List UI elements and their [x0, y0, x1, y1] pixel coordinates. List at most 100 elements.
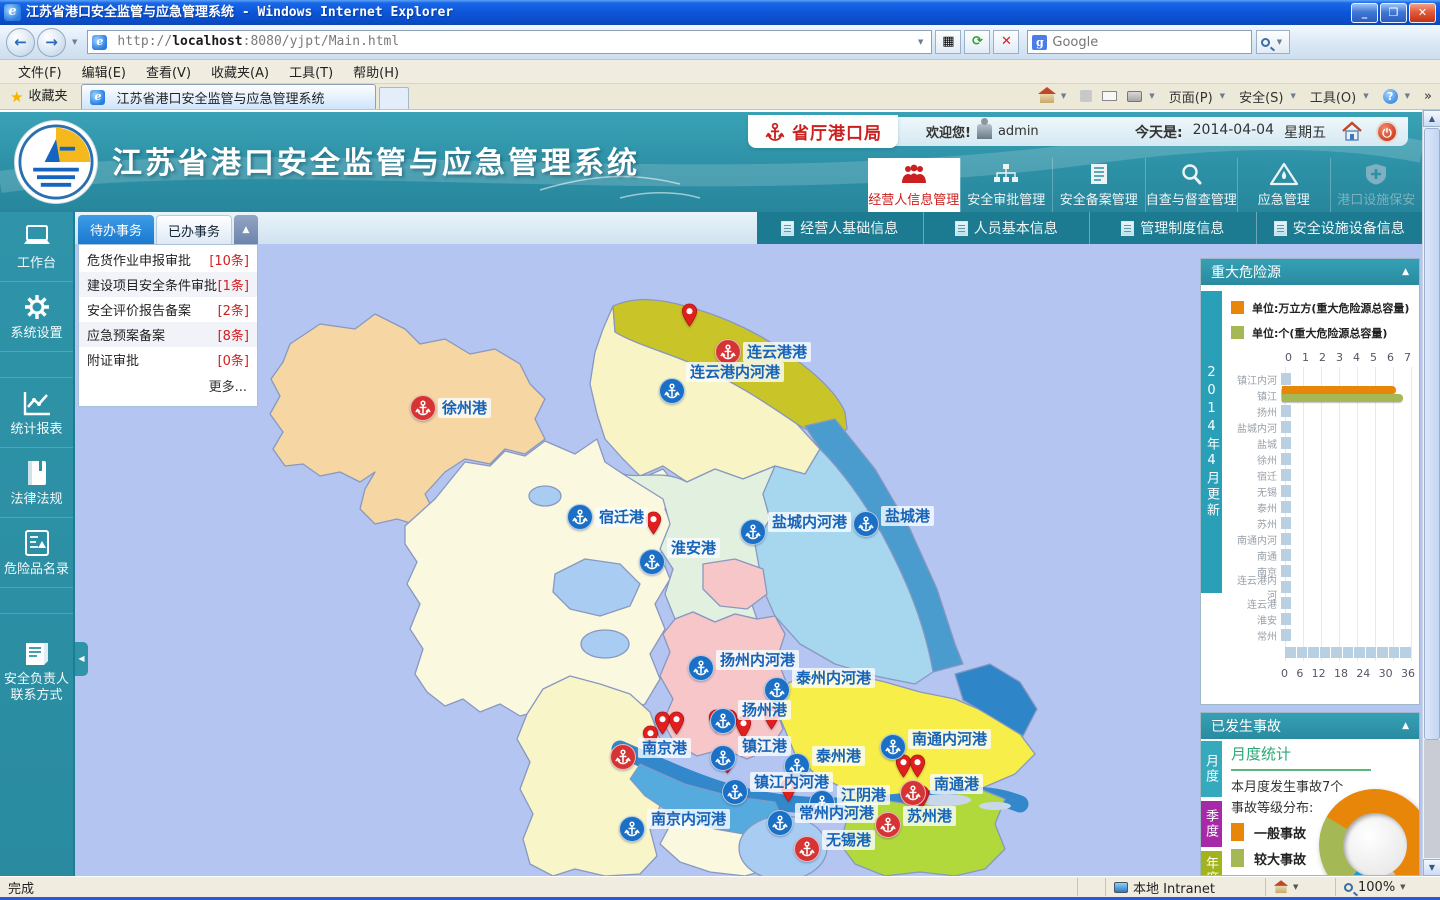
port-marker[interactable]: [767, 810, 793, 836]
subnav-item-operator-base[interactable]: 经营人基础信息: [757, 212, 923, 244]
nav-item-emergency[interactable]: 应急管理: [1237, 158, 1330, 212]
port-marker[interactable]: [740, 519, 766, 545]
page-scrollbar[interactable]: ▲ ▼: [1422, 110, 1440, 876]
incident-pin[interactable]: [681, 303, 698, 327]
tab-done-tasks[interactable]: 已办事务: [156, 215, 232, 244]
port-marker[interactable]: [688, 655, 714, 681]
incident-pin[interactable]: [668, 711, 685, 735]
menu-tools[interactable]: 工具(T): [279, 59, 343, 84]
search-box[interactable]: g: [1027, 30, 1252, 54]
logout-button[interactable]: ⏻: [1376, 121, 1398, 143]
port-marker[interactable]: [722, 779, 748, 805]
port-marker[interactable]: [710, 708, 736, 734]
tasks-collapse-button[interactable]: ▲: [234, 215, 258, 244]
menu-edit[interactable]: 编辑(E): [72, 59, 136, 84]
feeds-button[interactable]: [1080, 90, 1092, 102]
tab-quarterly[interactable]: 季度: [1201, 801, 1222, 847]
chevron-more-button[interactable]: »: [1424, 89, 1432, 104]
menu-favorites[interactable]: 收藏夹(A): [201, 59, 279, 84]
tasks-more-link[interactable]: 更多...: [79, 372, 257, 398]
hazard-category-label: 镇江内河: [1229, 372, 1281, 387]
task-row[interactable]: 安全评价报告备案 [2条]: [79, 297, 257, 322]
subnav-item-safety-equipment[interactable]: 安全设施设备信息: [1256, 212, 1423, 244]
port-marker[interactable]: [875, 812, 901, 838]
scroll-thumb[interactable]: [1424, 128, 1440, 740]
port-marker[interactable]: [853, 511, 879, 537]
nav-item-inspection[interactable]: 自查与督查管理: [1145, 158, 1238, 212]
port-marker[interactable]: [880, 734, 906, 760]
safety-menu-button[interactable]: 安全(S)▼: [1239, 87, 1300, 106]
incident-pin[interactable]: [909, 754, 926, 778]
port-marker[interactable]: [610, 744, 636, 770]
forward-button[interactable]: →: [37, 28, 66, 57]
menu-file[interactable]: 文件(F): [8, 59, 72, 84]
page-menu-button[interactable]: 页面(P)▼: [1169, 87, 1229, 106]
tab-monthly[interactable]: 月度: [1201, 741, 1222, 797]
task-row[interactable]: 危货作业申报审批 [10条]: [79, 247, 257, 272]
port-marker[interactable]: [410, 395, 436, 421]
favorites-button[interactable]: ★收藏夹: [0, 85, 77, 109]
scroll-down-arrow[interactable]: ▼: [1423, 859, 1440, 876]
task-row[interactable]: 附证审批 [0条]: [79, 347, 257, 372]
rss-icon: [1080, 90, 1092, 102]
nav-item-safety-record[interactable]: 安全备案管理: [1052, 158, 1145, 212]
port-marker[interactable]: [794, 836, 820, 862]
nav-item-facility-security[interactable]: 港口设施保安: [1330, 158, 1423, 212]
port-marker[interactable]: [639, 549, 665, 575]
address-bar[interactable]: e http://localhost:8080/yjpt/Main.html ▼: [87, 30, 932, 54]
axis-tick: 6: [1387, 351, 1394, 364]
hazard-category-label: 泰州: [1229, 500, 1281, 515]
search-input[interactable]: [1052, 35, 1247, 50]
scroll-track[interactable]: [1424, 740, 1440, 858]
refresh-button[interactable]: ⟳: [964, 30, 990, 54]
help-button[interactable]: ?▼: [1383, 89, 1414, 104]
port-marker[interactable]: [659, 378, 685, 404]
sidebar-item-reports[interactable]: 统计报表: [0, 378, 73, 448]
tab-yearly[interactable]: 年度: [1201, 851, 1222, 875]
sidebar-item-dangerous-goods[interactable]: 危险品名录: [0, 518, 73, 588]
menu-help[interactable]: 帮助(H): [343, 59, 409, 84]
port-marker[interactable]: [619, 816, 645, 842]
home-button[interactable]: ▼: [1040, 89, 1070, 103]
protected-mode-button[interactable]: ▼: [1266, 878, 1336, 896]
hazard-row: 连云港: [1229, 595, 1411, 611]
port-marker[interactable]: [710, 745, 736, 771]
sidebar-item-laws[interactable]: 法律法规: [0, 448, 73, 518]
port-marker[interactable]: [900, 780, 926, 806]
collapse-arrow-icon[interactable]: ▲: [1402, 721, 1409, 731]
read-mail-button[interactable]: [1102, 91, 1117, 101]
sidebar-item-safety-contacts[interactable]: 安全负责人联系方式: [0, 628, 73, 713]
menu-view[interactable]: 查看(V): [136, 59, 201, 84]
subnav-item-personnel[interactable]: 人员基本信息: [923, 212, 1090, 244]
zoom-control[interactable]: 100% ▼: [1336, 878, 1440, 896]
port-marker[interactable]: [567, 504, 593, 530]
scroll-up-arrow[interactable]: ▲: [1423, 110, 1440, 127]
sidebar-item-settings[interactable]: 系统设置: [0, 282, 73, 352]
new-tab-button[interactable]: [379, 87, 409, 109]
back-button[interactable]: ←: [6, 28, 35, 57]
maximize-button[interactable]: ❐: [1380, 3, 1407, 23]
task-row[interactable]: 建设项目安全条件审批 [1条]: [79, 272, 257, 297]
nav-item-label: 自查与督查管理: [1146, 189, 1237, 208]
axis-tick: 7: [1404, 351, 1411, 364]
sidebar-collapse-handle[interactable]: ◀: [75, 642, 88, 676]
compatibility-view-button[interactable]: ▦: [935, 30, 961, 54]
browser-tab-active[interactable]: e 江苏省港口安全监管与应急管理系统: [81, 84, 376, 109]
subnav-item-regulations[interactable]: 管理制度信息: [1089, 212, 1256, 244]
minimize-button[interactable]: _: [1351, 3, 1378, 23]
stop-button[interactable]: ✕: [993, 30, 1019, 54]
nav-item-safety-approval[interactable]: 安全审批管理: [960, 158, 1053, 212]
axis-tick: 18: [1334, 667, 1348, 680]
close-button[interactable]: ✕: [1409, 3, 1436, 23]
collapse-arrow-icon[interactable]: ▲: [1402, 267, 1409, 277]
sidebar-item-workbench[interactable]: 工作台: [0, 212, 73, 282]
home-shortcut-icon[interactable]: [1340, 120, 1364, 144]
tools-menu-button[interactable]: 工具(O)▼: [1310, 87, 1373, 106]
history-dropdown[interactable]: ▼: [68, 38, 81, 46]
print-button[interactable]: ▼: [1127, 91, 1158, 102]
tab-pending-tasks[interactable]: 待办事务: [78, 215, 154, 244]
address-dropdown[interactable]: ▼: [914, 38, 927, 46]
task-row[interactable]: 应急预案备案 [8条]: [79, 322, 257, 347]
nav-item-operator-info[interactable]: 经营人信息管理: [868, 158, 960, 212]
search-button[interactable]: ▼: [1256, 30, 1290, 54]
